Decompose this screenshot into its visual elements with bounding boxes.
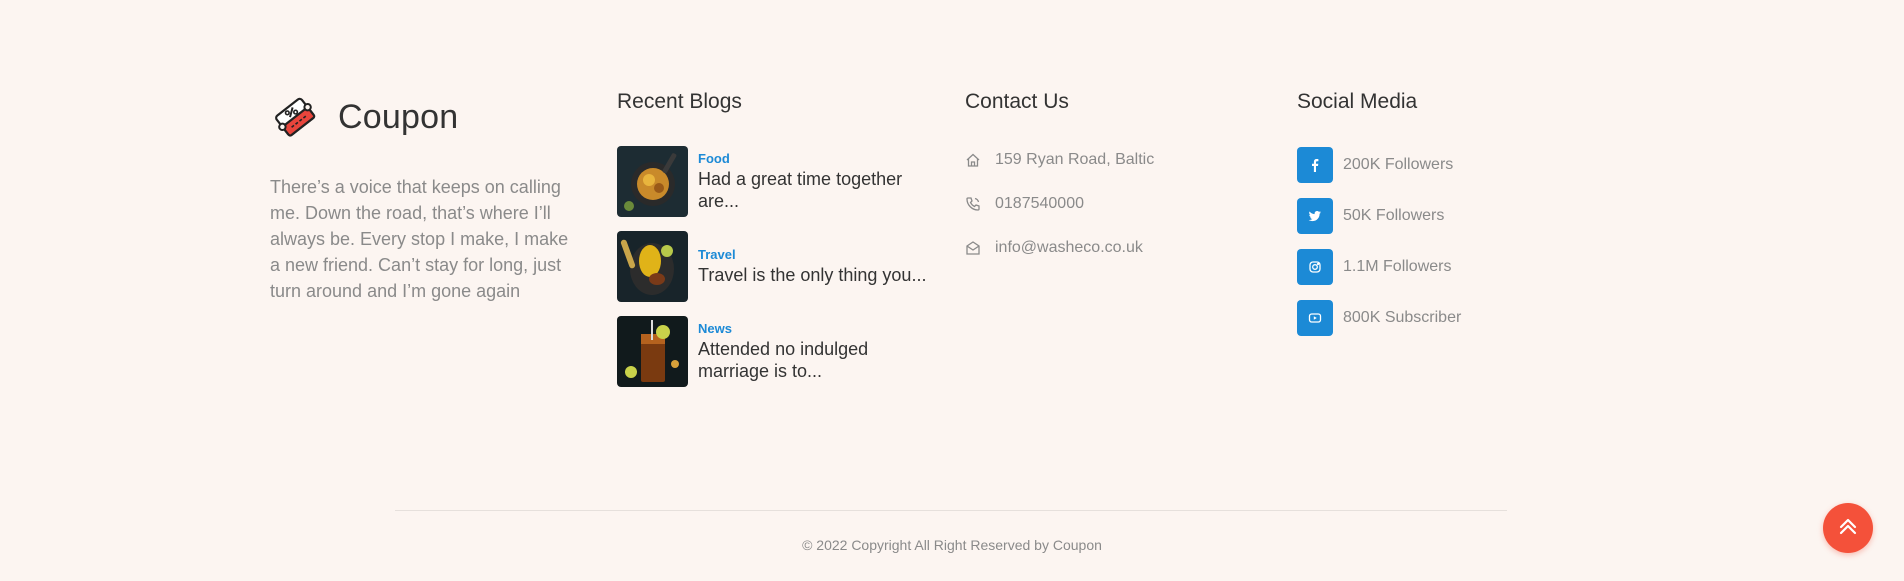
home-icon [965, 152, 981, 168]
blog-category[interactable]: News [698, 321, 937, 336]
phone-text[interactable]: 0187540000 [995, 195, 1084, 213]
facebook-icon[interactable] [1297, 147, 1333, 183]
social-facebook: 200K Followers [1297, 147, 1461, 183]
instagram-icon[interactable] [1297, 249, 1333, 285]
address-text: 159 Ryan Road, Baltic [995, 151, 1155, 168]
phone-icon [965, 196, 981, 212]
blog-title[interactable]: Attended no indulged marriage is to... [698, 338, 937, 382]
social-instagram: 1.1M Followers [1297, 249, 1461, 285]
coupon-ticket-icon [270, 92, 320, 142]
mail-icon [965, 240, 981, 256]
double-chevron-up-icon [1837, 515, 1859, 542]
contact-phone[interactable]: 0187540000 [965, 194, 1154, 214]
lemon-dish-image[interactable] [617, 231, 688, 302]
twitter-icon[interactable] [1297, 198, 1333, 234]
blog-category[interactable]: Food [698, 151, 937, 166]
email-text[interactable]: info@washeco.co.uk [995, 239, 1143, 257]
contact-address: 159 Ryan Road, Baltic [965, 150, 1154, 170]
scroll-to-top-button[interactable] [1823, 503, 1873, 553]
contact-email[interactable]: info@washeco.co.uk [965, 238, 1154, 258]
recent-blogs-heading: Recent Blogs [617, 90, 742, 113]
blog-category[interactable]: Travel [698, 247, 937, 262]
blog-item[interactable]: News Attended no indulged marriage is to… [617, 316, 937, 387]
instagram-followers: 1.1M Followers [1343, 258, 1452, 275]
brand-name: Coupon [338, 97, 459, 136]
food-plate-image[interactable] [617, 146, 688, 217]
blog-item[interactable]: Food Had a great time together are... [617, 146, 937, 217]
social-list: 200K Followers 50K Followers 1.1M Follow… [1297, 147, 1461, 351]
social-heading: Social Media [1297, 90, 1418, 113]
iced-drink-image[interactable] [617, 316, 688, 387]
twitter-followers: 50K Followers [1343, 207, 1445, 224]
brand-column: Coupon There’s a voice that keeps on cal… [270, 92, 580, 304]
social-youtube: 800K Subscriber [1297, 300, 1461, 336]
facebook-followers: 200K Followers [1343, 156, 1454, 173]
brand-link[interactable]: Coupon [270, 92, 580, 142]
contact-list: 159 Ryan Road, Baltic 0187540000 info@wa… [965, 150, 1154, 282]
blog-title[interactable]: Travel is the only thing you... [698, 264, 937, 286]
copyright-text: © 2022 Copyright All Right Reserved by C… [802, 537, 1102, 553]
youtube-subscribers: 800K Subscriber [1343, 309, 1462, 326]
site-footer: Coupon There’s a voice that keeps on cal… [0, 0, 1904, 581]
recent-blogs-list: Food Had a great time together are... Tr… [617, 146, 937, 401]
blog-title[interactable]: Had a great time together are... [698, 168, 937, 212]
brand-description: There’s a voice that keeps on calling me… [270, 177, 569, 301]
social-twitter: 50K Followers [1297, 198, 1461, 234]
contact-heading: Contact Us [965, 90, 1069, 113]
youtube-icon[interactable] [1297, 300, 1333, 336]
footer-divider [395, 510, 1507, 511]
blog-item[interactable]: Travel Travel is the only thing you... [617, 231, 937, 302]
